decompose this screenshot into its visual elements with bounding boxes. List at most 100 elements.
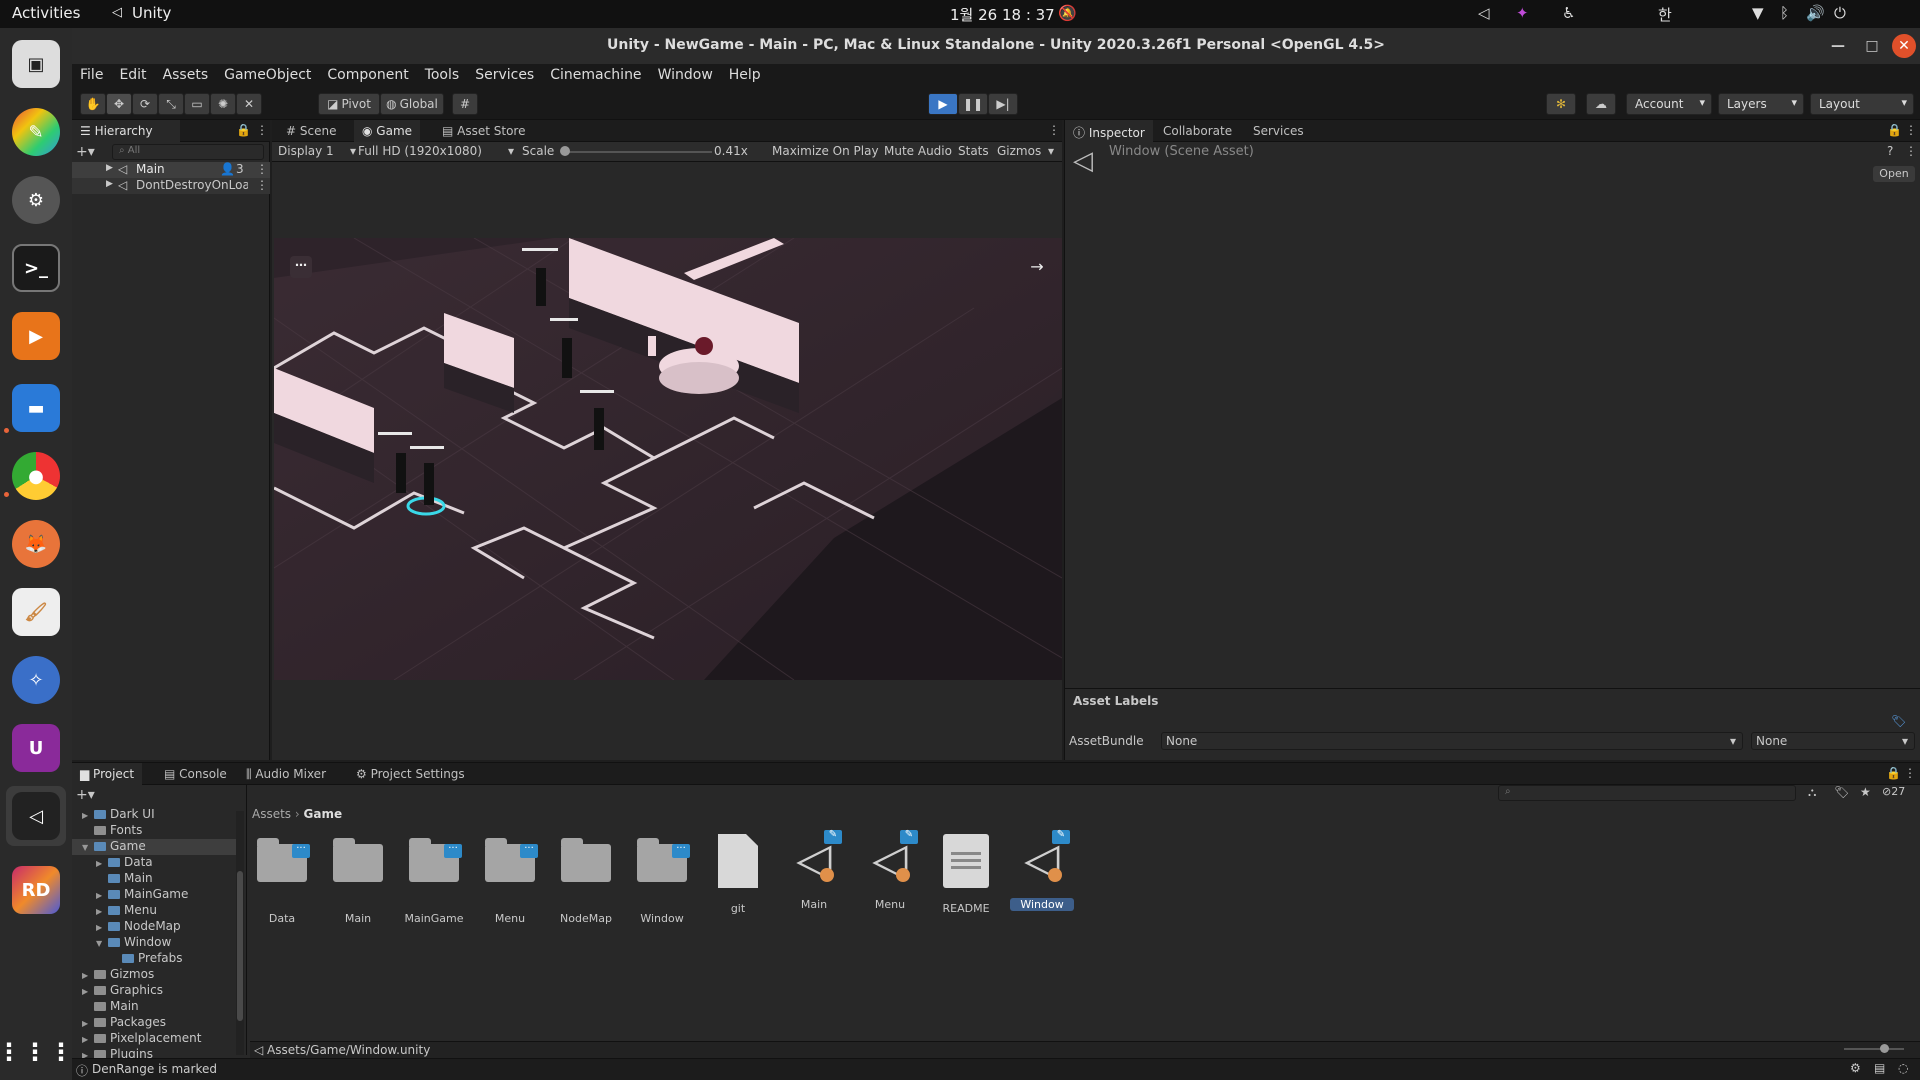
app-menu[interactable]: Unity [132, 4, 171, 22]
activities-button[interactable]: Activities [12, 4, 80, 22]
project-tree-item[interactable]: ▼ Game [72, 839, 237, 855]
hierarchy-search-input[interactable]: ⌕ All [112, 144, 264, 160]
asset-tile[interactable]: README [934, 830, 998, 922]
project-tree-item[interactable]: ▶ MainGame [72, 887, 237, 903]
expand-arrow-icon[interactable]: ▶ [106, 163, 113, 173]
project-tree-item[interactable]: Main [72, 999, 237, 1015]
volume-icon[interactable]: 🔊 [1806, 4, 1825, 22]
row-menu-icon[interactable]: ⋮ [256, 162, 268, 176]
expand-arrow-icon[interactable]: ▶ [82, 811, 94, 820]
tab-scene[interactable]: # Scene [278, 120, 344, 142]
help-icon[interactable]: ? [1887, 144, 1893, 158]
project-tree-item[interactable]: ▼ Window [72, 935, 237, 951]
asset-tile[interactable]: ◁ ✎ Menu [858, 830, 922, 922]
account-dropdown[interactable]: Account [1626, 93, 1712, 115]
expand-arrow-icon[interactable]: ▼ [82, 843, 94, 852]
asset-tile[interactable]: ··· MainGame [402, 830, 466, 925]
show-apps-icon[interactable]: ⋮⋮⋮ [0, 1028, 73, 1076]
grid-snap-icon[interactable]: # [452, 93, 478, 115]
project-tree-item[interactable]: ▶ NodeMap [72, 919, 237, 935]
wifi-icon[interactable]: ▼ [1752, 4, 1764, 22]
kebab-menu-icon[interactable]: ⋮ [1905, 144, 1917, 158]
pivot-toggle[interactable]: ◪ Pivot [318, 93, 380, 115]
bluetooth-icon[interactable]: ᛒ [1780, 4, 1789, 22]
hierarchy-row-main[interactable]: ▶ ◁ Main 👤 3 ⋮ [72, 162, 270, 178]
project-tree-item[interactable]: Fonts [72, 823, 237, 839]
icon-size-slider[interactable] [1844, 1048, 1904, 1050]
label-tag-icon[interactable]: 🏷 [1891, 714, 1906, 728]
project-tree-item[interactable]: ▶ Packages [72, 1015, 237, 1031]
assetbundle-dropdown[interactable]: None ▾ [1161, 732, 1743, 750]
asset-tile[interactable]: ··· Menu [478, 830, 542, 925]
favorite-star-icon[interactable]: ★ [1860, 785, 1871, 799]
create-asset-button[interactable]: +▾ [76, 787, 95, 803]
status-message[interactable]: DenRange is marked [92, 1062, 217, 1076]
tab-collaborate[interactable]: Collaborate [1155, 120, 1240, 142]
project-tree-item[interactable]: Prefabs [72, 951, 237, 967]
chevron-down-icon[interactable]: ▾ [1048, 144, 1054, 158]
menu-services[interactable]: Services [467, 64, 542, 83]
game-next-arrow-icon[interactable]: → [1026, 256, 1048, 278]
icon-size-slider-thumb[interactable] [1880, 1044, 1889, 1053]
game-canvas[interactable]: ⋯ → [274, 238, 1062, 680]
unity-dock-icon[interactable]: ◁ [12, 792, 60, 840]
open-button[interactable]: Open [1873, 166, 1915, 182]
menu-edit[interactable]: Edit [111, 64, 154, 83]
menu-gameobject[interactable]: GameObject [216, 64, 319, 83]
scale-slider-track[interactable] [562, 151, 712, 153]
expand-arrow-icon[interactable]: ▶ [82, 987, 94, 996]
asset-tile[interactable]: ◁ ✎ Main [782, 830, 846, 922]
screenshot-app-icon[interactable]: ▣ [12, 40, 60, 88]
firefox-icon[interactable]: 🦊 [12, 520, 60, 568]
mute-audio-toggle[interactable]: Mute Audio [884, 144, 952, 158]
menu-assets[interactable]: Assets [155, 64, 217, 83]
tab-console[interactable]: ▤ Console [156, 763, 235, 785]
gizmos-toggle[interactable]: Gizmos [997, 144, 1041, 158]
expand-arrow-icon[interactable]: ▶ [106, 179, 113, 189]
expand-arrow-icon[interactable]: ▼ [96, 939, 108, 948]
accessibility-icon[interactable]: ♿ [1562, 4, 1575, 22]
file-manager-icon[interactable]: ▬ [12, 384, 60, 432]
rider-icon[interactable]: RD [12, 866, 60, 914]
debug-icon[interactable]: ⚙ [1850, 1061, 1861, 1075]
asset-tile[interactable]: ··· Data [250, 830, 314, 925]
custom-tool-icon[interactable]: ✕ [236, 93, 262, 115]
tab-project-settings[interactable]: ⚙ Project Settings [348, 763, 473, 785]
lock-icon[interactable]: 🔒 [1887, 123, 1902, 137]
row-menu-icon[interactable]: ⋮ [256, 178, 268, 192]
stats-toggle[interactable]: Stats [958, 144, 989, 158]
project-tree-item[interactable]: ▶ Dark UI [72, 807, 237, 823]
color-tray-icon[interactable]: ✦ [1516, 4, 1529, 22]
expand-arrow-icon[interactable]: ▶ [96, 859, 108, 868]
transform-tool-icon[interactable]: ✺ [210, 93, 236, 115]
kebab-menu-icon[interactable]: ⋮ [256, 123, 268, 137]
lock-icon[interactable]: 🔒 [1886, 766, 1901, 780]
tab-hierarchy[interactable]: ☰ Hierarchy [72, 120, 180, 142]
maximize-on-play-toggle[interactable]: Maximize On Play [772, 144, 879, 158]
settings-gear-icon[interactable]: ⚙ [12, 176, 60, 224]
clock[interactable]: 1월 26 18 : 37 [950, 4, 1055, 25]
breadcrumb-game[interactable]: Game [304, 807, 343, 821]
asset-tile[interactable]: ◁ ✎ Window [1010, 830, 1074, 922]
expand-arrow-icon[interactable]: ▶ [96, 891, 108, 900]
menu-file[interactable]: File [72, 64, 111, 83]
expand-arrow-icon[interactable]: ▶ [82, 1019, 94, 1028]
rect-tool-icon[interactable]: ▭ [184, 93, 210, 115]
kebab-menu-icon[interactable]: ⋮ [1905, 123, 1917, 137]
hierarchy-row-dontdestroy[interactable]: ▶ ◁ DontDestroyOnLoad ⋮ [72, 178, 270, 194]
resolution-dropdown[interactable]: Full HD (1920x1080) ▾ [358, 144, 514, 158]
variant-dropdown[interactable]: None ▾ [1751, 732, 1915, 750]
tab-project[interactable]: ▆ Project [72, 763, 143, 785]
project-tree-item[interactable]: ▶ Menu [72, 903, 237, 919]
maximize-icon[interactable]: □ [1860, 34, 1884, 58]
collab-icon[interactable]: ✻ [1546, 93, 1576, 115]
asset-tile[interactable]: Main [326, 830, 390, 925]
cache-icon[interactable]: ▤ [1874, 1061, 1885, 1075]
search-by-label-icon[interactable]: 🏷 [1834, 785, 1849, 799]
media-player-icon[interactable]: ▶ [12, 312, 60, 360]
kebab-menu-icon[interactable]: ⋮ [1048, 123, 1060, 137]
tab-asset-store[interactable]: ▤ Asset Store [434, 120, 534, 142]
tab-audio-mixer[interactable]: ⫼ Audio Mixer [238, 763, 334, 785]
scale-tool-icon[interactable]: ⤡ [158, 93, 184, 115]
step-button[interactable]: ▶| [988, 93, 1018, 115]
